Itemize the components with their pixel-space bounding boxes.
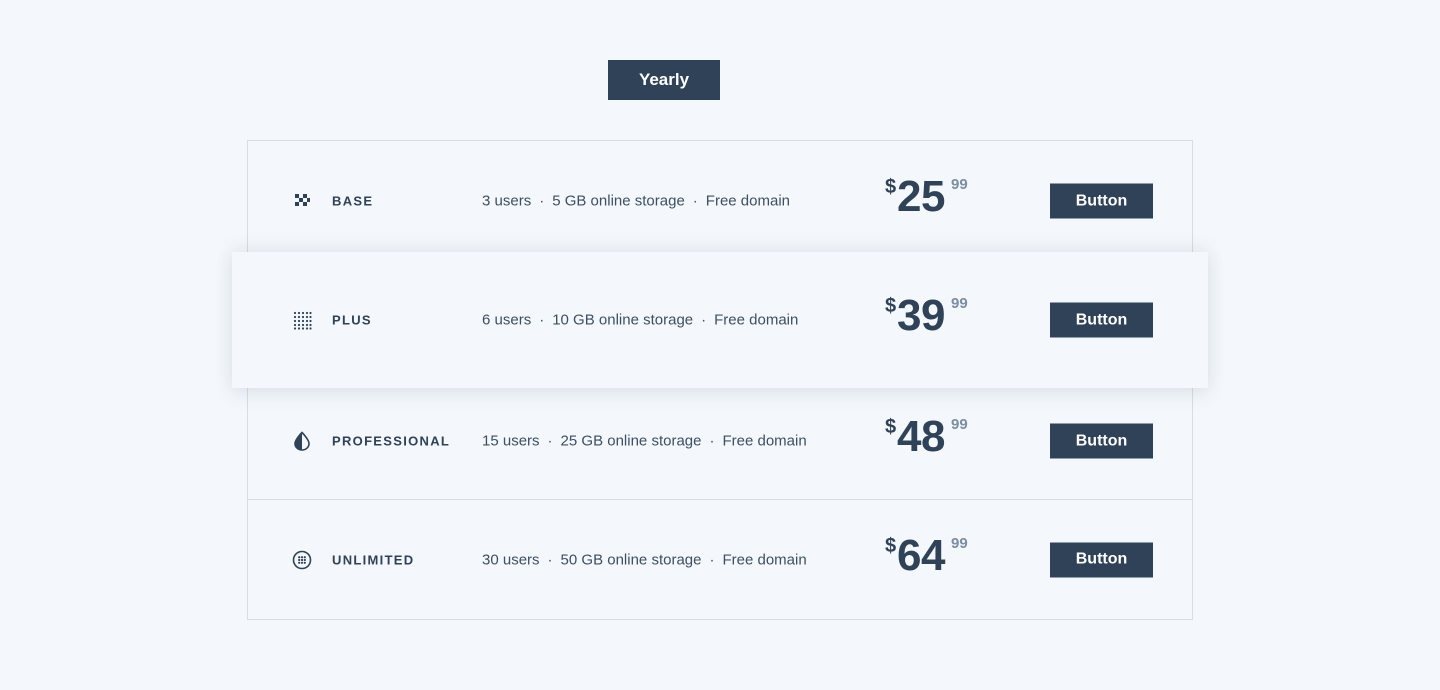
- price-cents: 99: [951, 416, 968, 433]
- price-whole: 39: [897, 291, 945, 340]
- price-cents: 99: [951, 534, 968, 552]
- pricing-row-professional: PROFESSIONAL 15 users · 25 GB online stora…: [248, 381, 1192, 501]
- price-whole: 48: [897, 412, 945, 461]
- price-cents: 99: [951, 295, 968, 312]
- plan-features: 6 users · 10 GB online storage · Free domain: [482, 311, 799, 329]
- price-currency: $: [885, 176, 897, 198]
- price-cents: 99: [951, 176, 968, 193]
- plan-name: PLUS: [332, 312, 372, 328]
- feature-domain: Free domain: [722, 551, 807, 568]
- select-plan-button[interactable]: Button: [1050, 423, 1153, 459]
- plan-features: 15 users · 25 GB online storage · Free domai…: [482, 432, 807, 450]
- feature-storage: 25 GB online storage: [560, 432, 702, 450]
- feature-storage: 10 GB online storage: [552, 311, 694, 329]
- checker-icon: [295, 194, 310, 206]
- plan-price: $ 25 99: [885, 172, 985, 226]
- plan-name: BASE: [332, 193, 374, 209]
- feature-users: 3 users: [482, 192, 532, 210]
- price-currency: $: [885, 416, 897, 438]
- plan-features: 30 users · 50 GB online storage · Free domai…: [482, 551, 807, 568]
- half-drop-icon: [294, 431, 310, 451]
- feature-storage: 5 GB online storage: [552, 192, 685, 210]
- price-currency: $: [885, 534, 897, 557]
- select-plan-button[interactable]: Button: [1050, 183, 1153, 219]
- pricing-row-unlimited: UNLIMITED 30 users · 50 GB online storage ·…: [248, 499, 1192, 619]
- feature-storage: 50 GB online storage: [560, 551, 702, 568]
- dot-grid-icon: [293, 311, 312, 330]
- yearly-toggle-button[interactable]: Yearly: [608, 60, 720, 100]
- feature-users: 15 users: [482, 432, 540, 450]
- plan-name: PROFESSIONAL: [332, 433, 451, 449]
- plan-price: $ 48 99: [885, 412, 985, 466]
- price-whole: 64: [897, 530, 945, 580]
- plan-features: 3 users · 5 GB online storage · Free domain: [482, 192, 791, 210]
- select-plan-button[interactable]: Button: [1050, 542, 1153, 577]
- circle-dots-icon: [292, 550, 312, 569]
- pricing-row-base: BASE 3 users · 5 GB online storage · Free do…: [248, 141, 1192, 261]
- plan-price: $ 64 99: [885, 531, 985, 585]
- plan-name: UNLIMITED: [332, 552, 415, 567]
- feature-users: 30 users: [482, 551, 540, 568]
- pricing-table: BASE 3 users · 5 GB online storage · Free do…: [232, 140, 1208, 620]
- select-plan-button[interactable]: Button: [1050, 302, 1153, 338]
- feature-domain: Free domain: [714, 311, 799, 329]
- billing-toggle: Yearly: [608, 60, 720, 100]
- plan-price: $ 39 99: [885, 291, 985, 345]
- feature-domain: Free domain: [722, 432, 807, 450]
- price-whole: 25: [897, 172, 945, 221]
- price-currency: $: [885, 295, 897, 317]
- pricing-row-plus: PLUS 6 users · 10 GB online storage · Free d…: [232, 252, 1208, 388]
- feature-users: 6 users: [482, 311, 532, 329]
- feature-domain: Free domain: [705, 192, 791, 210]
